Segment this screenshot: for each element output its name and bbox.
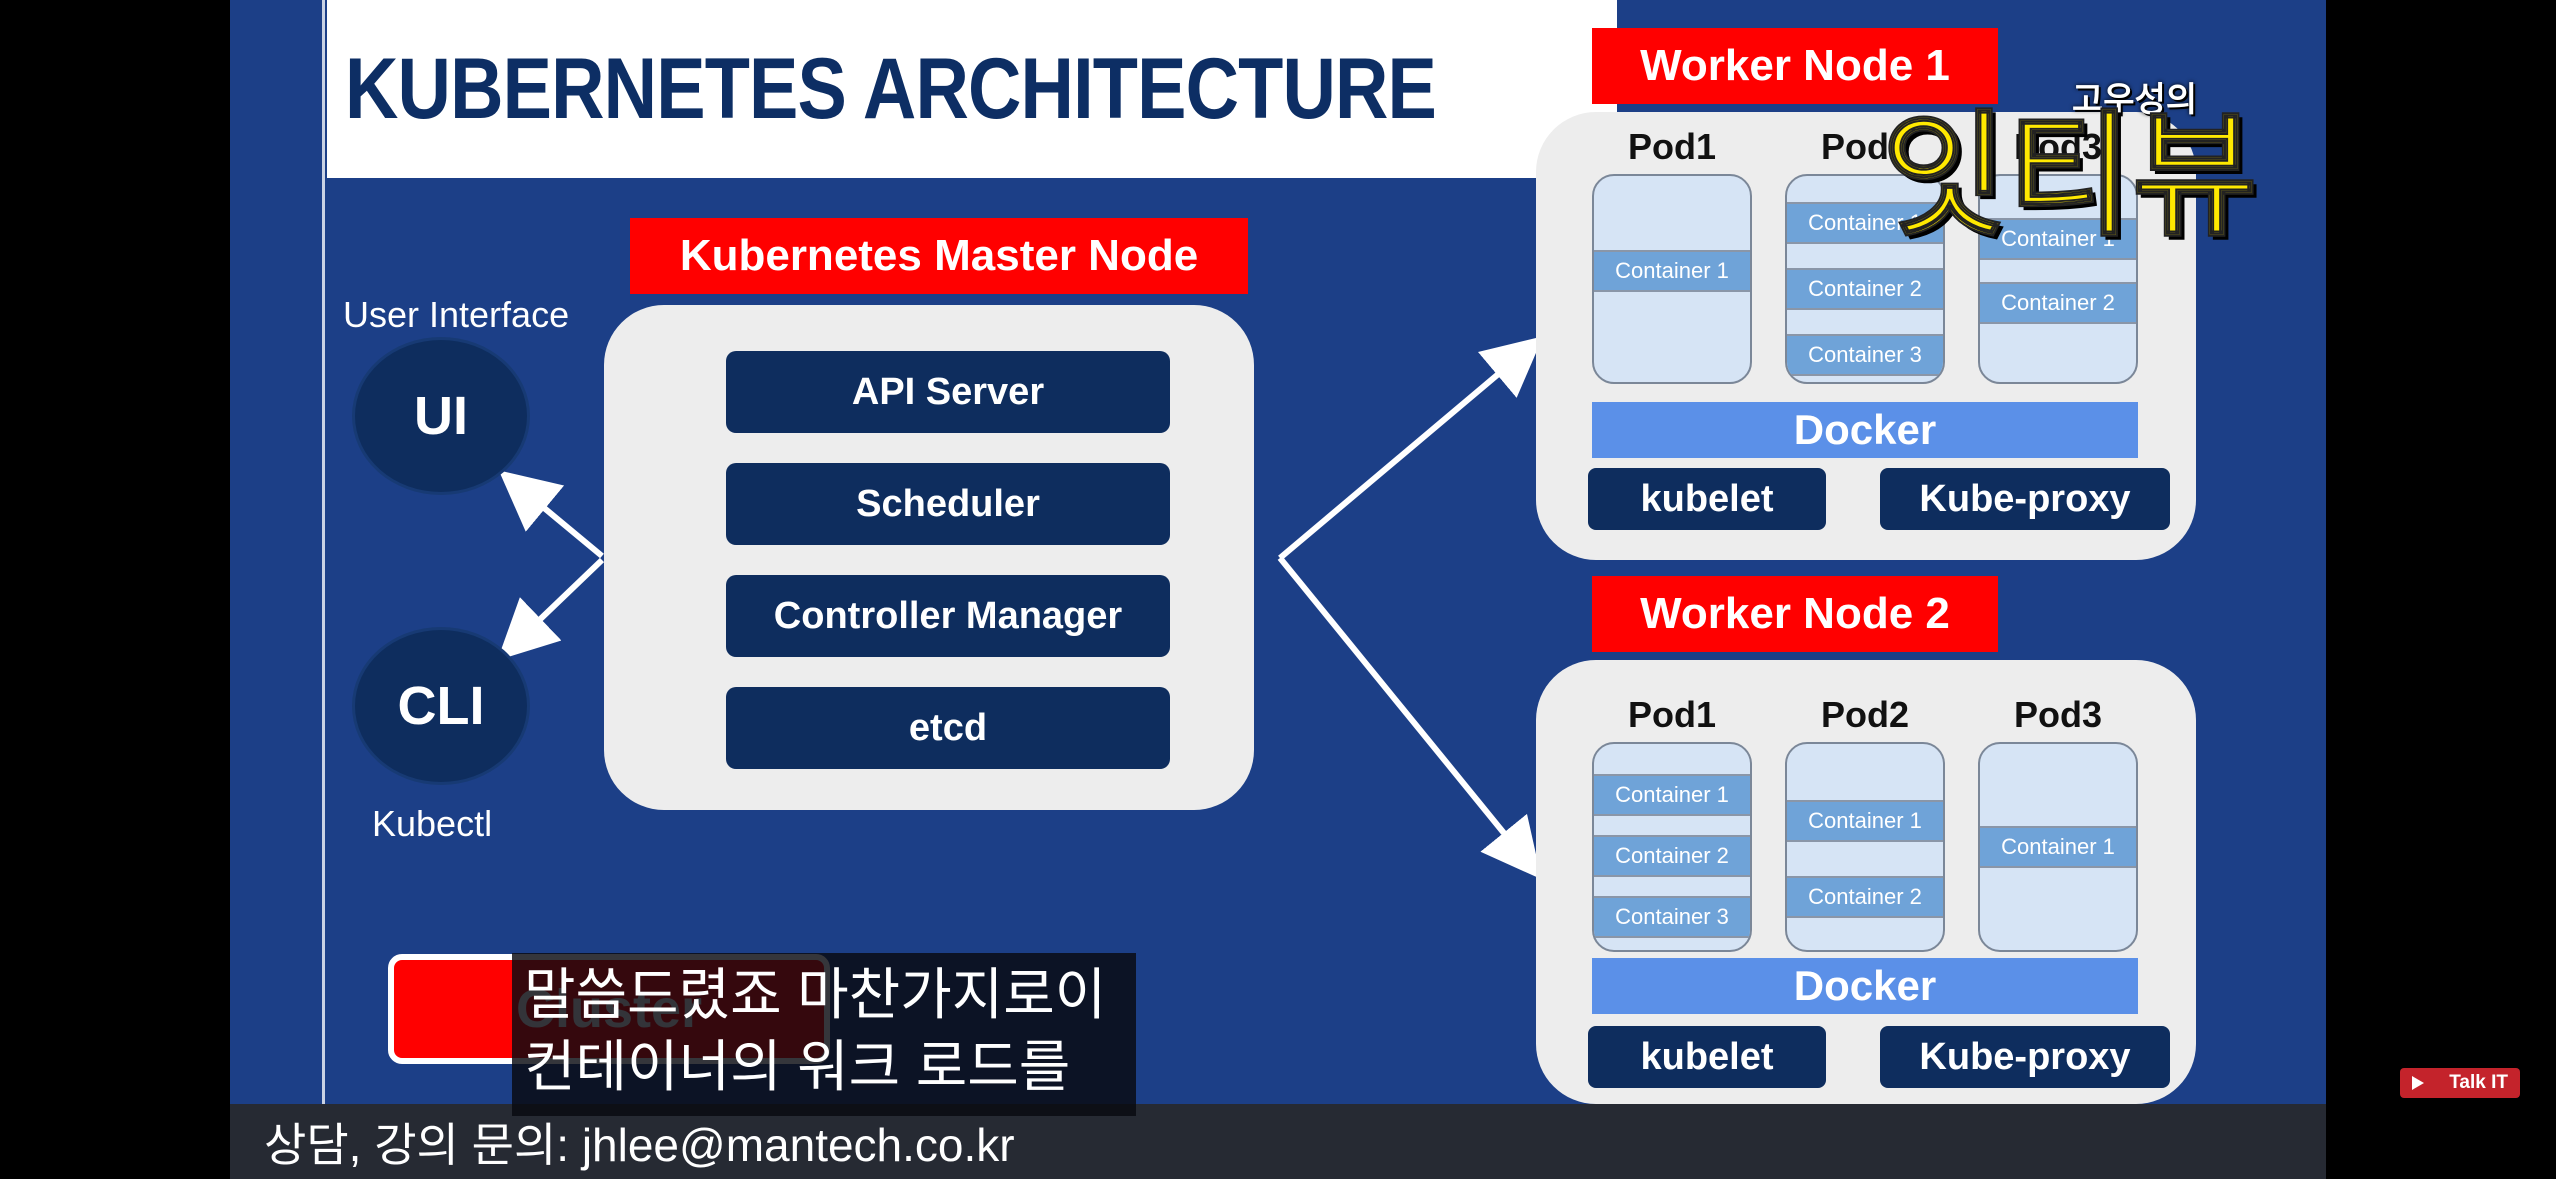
container: Container 2 <box>1787 268 1943 310</box>
kube-proxy-box: Kube-proxy <box>1880 1026 2170 1088</box>
pod-title: Pod2 <box>1820 694 1909 735</box>
worker-node-2-label: Worker Node 2 <box>1592 576 1998 652</box>
container: Container 1 <box>1980 826 2136 868</box>
kubelet-box: kubelet <box>1588 1026 1826 1088</box>
pod: Container 1 <box>1978 742 2138 952</box>
api-server-box: API Server <box>726 351 1170 433</box>
pod: Container 1 Container 2 <box>1785 742 1945 952</box>
container: Container 1 <box>1594 250 1750 292</box>
subtitle-line: 말씀드렸죠 마찬가지로이 <box>524 963 1107 1026</box>
master-node-label: Kubernetes Master Node <box>630 218 1248 294</box>
slide-title-box: KUBERNETES ARCHITECTURE <box>327 0 1617 178</box>
play-icon <box>2412 1076 2424 1090</box>
contact-text: 상담, 강의 문의: jhlee@mantech.co.kr <box>264 1118 1015 1171</box>
docker-bar: Docker <box>1592 402 2138 458</box>
arrow-master-to-cli <box>497 557 605 661</box>
pod: Container 1 <box>1592 174 1752 384</box>
pod-title: Pod1 <box>1627 694 1716 735</box>
worker-node-1-label: Worker Node 1 <box>1592 28 1998 104</box>
pod-title: Pod1 <box>1627 126 1716 167</box>
video-subtitle: 말씀드렸죠 마찬가지로이 컨테이너의 워크 로드를 <box>512 953 1136 1116</box>
container: Container 3 <box>1787 334 1943 376</box>
master-node-panel: API Server Scheduler Controller Manager … <box>604 305 1254 810</box>
cli-circle: CLI <box>355 630 527 782</box>
container: Container 1 <box>1594 774 1750 816</box>
arrow-master-to-worker1 <box>1278 336 1544 561</box>
worker-node-2-panel: Pod1 Pod2 Pod3 Container 1 Container 2 C… <box>1536 660 2196 1104</box>
container: Container 2 <box>1594 835 1750 877</box>
ui-circle: UI <box>355 340 527 492</box>
kubectl-caption: Kubectl <box>372 803 493 844</box>
user-interface-caption: User Interface <box>343 294 570 335</box>
slide-divider-line <box>322 0 325 1105</box>
docker-bar: Docker <box>1592 958 2138 1014</box>
container: Container 2 <box>1980 282 2136 324</box>
controller-manager-box: Controller Manager <box>726 575 1170 657</box>
scheduler-box: Scheduler <box>726 463 1170 545</box>
arrow-master-to-worker2 <box>1277 556 1542 880</box>
pod-title: Pod3 <box>2013 694 2102 735</box>
container: Container 3 <box>1594 896 1750 938</box>
kubelet-box: kubelet <box>1588 468 1826 530</box>
container: Container 2 <box>1787 876 1943 918</box>
kube-proxy-box: Kube-proxy <box>1880 468 2170 530</box>
channel-watermark-logo: 잇티뷰 <box>1881 100 2258 252</box>
arrow-master-to-ui <box>498 470 604 559</box>
subtitle-line: 컨테이너의 워크 로드를 <box>524 1035 1071 1098</box>
presentation-slide: KUBERNETES ARCHITECTURE User Interface U… <box>230 0 2326 1179</box>
pod: Container 1 Container 2 Container 3 <box>1592 742 1752 952</box>
channel-badge-label: Talk IT <box>2449 1072 2508 1093</box>
etcd-box: etcd <box>726 687 1170 769</box>
channel-badge[interactable]: Talk IT <box>2400 1068 2520 1098</box>
slide-title: KUBERNETES ARCHITECTURE <box>345 40 1437 137</box>
container: Container 1 <box>1787 800 1943 842</box>
